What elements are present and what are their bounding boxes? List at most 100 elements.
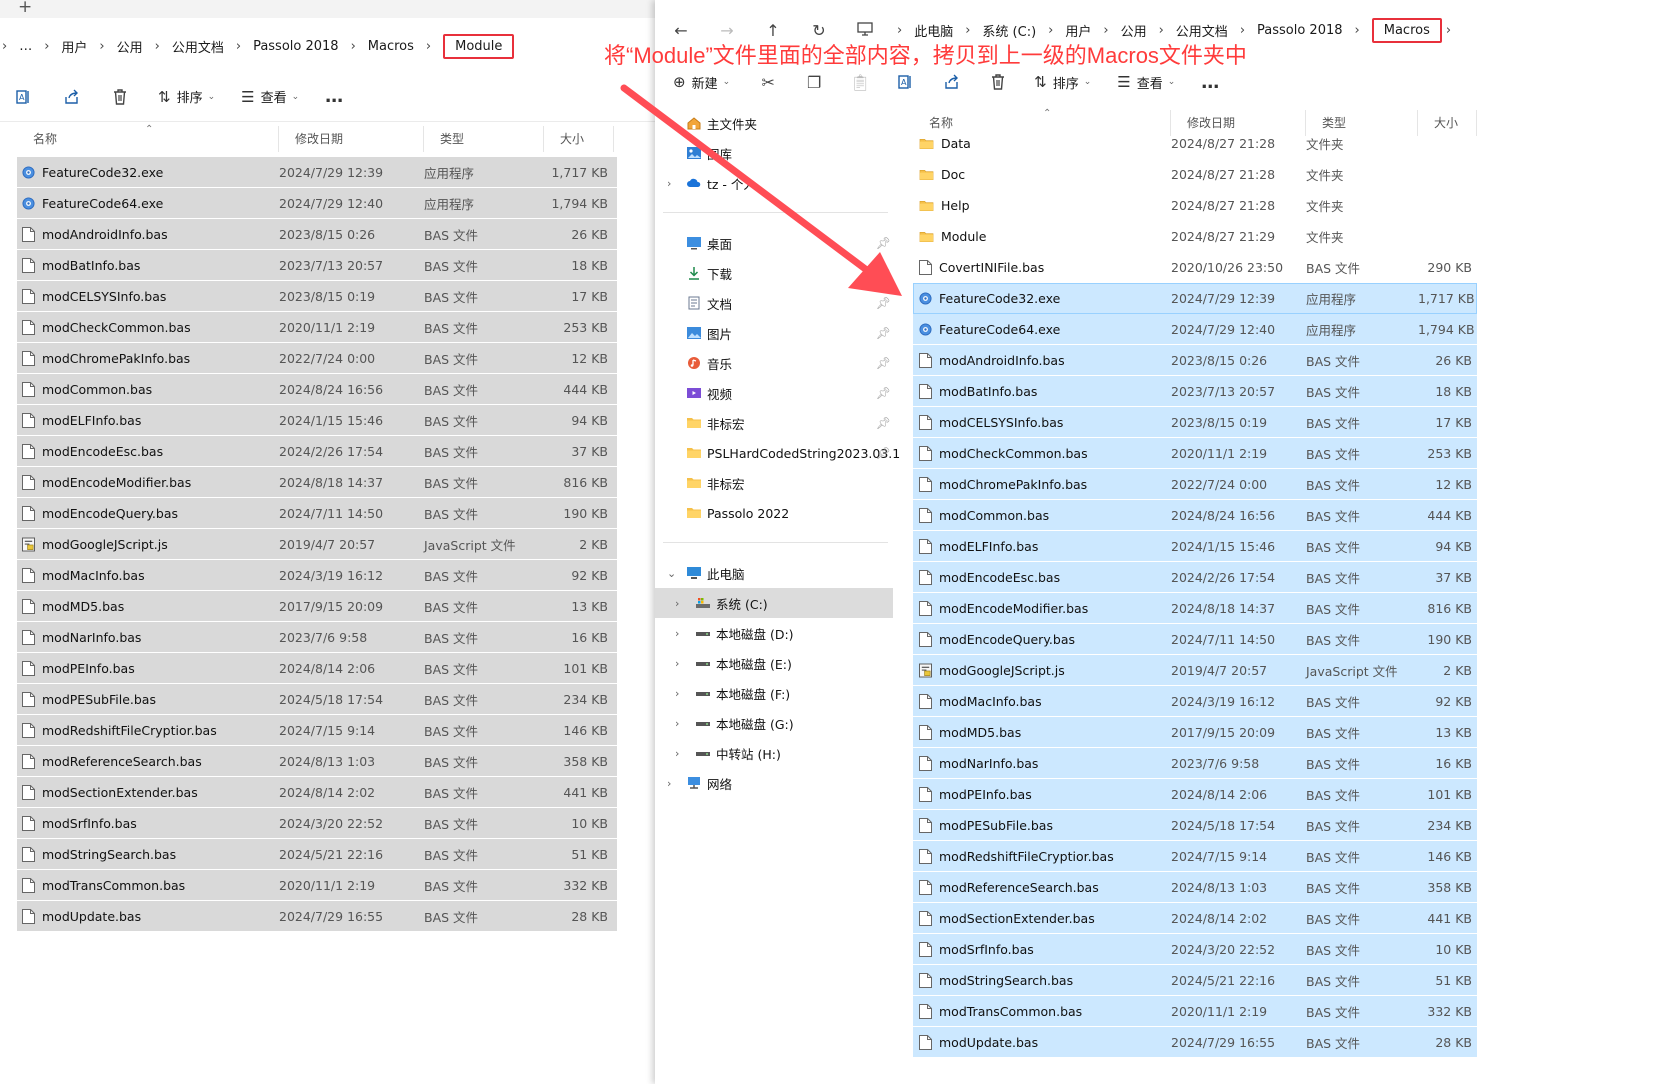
nav-item[interactable]: › 系统 (C:) (655, 588, 893, 618)
file-row[interactable]: modELFInfo.bas 2024/1/15 15:46 BAS 文件 94 KB (913, 531, 1477, 562)
up-arrow-icon[interactable]: ↑ (761, 21, 785, 40)
file-row[interactable]: modSrfInfo.bas 2024/3/20 22:52 BAS 文件 10 KB (17, 808, 617, 839)
nav-item[interactable]: › 网络 (655, 768, 893, 798)
breadcrumb-item[interactable]: 用户 (1065, 21, 1091, 40)
chevron-right-icon[interactable]: › (675, 597, 679, 610)
file-row[interactable]: modPESubFile.bas 2024/5/18 17:54 BAS 文件 234… (17, 684, 617, 715)
file-row[interactable]: modGoogleJScript.js 2019/4/7 20:57 JavaScr… (913, 655, 1477, 686)
file-row[interactable]: modAndroidInfo.bas 2023/8/15 0:26 BAS 文件 26… (913, 345, 1477, 376)
file-row[interactable]: modUpdate.bas 2024/7/29 16:55 BAS 文件 28 KB (17, 901, 617, 932)
file-row[interactable]: FeatureCode32.exe 2024/7/29 12:39 应用程序 1,71… (17, 157, 617, 188)
file-row[interactable]: CovertINIFile.bas 2020/10/26 23:50 BAS 文件 2… (913, 252, 1477, 283)
column-header-name[interactable]: 名称 ⌃ (17, 124, 279, 152)
file-row[interactable]: FeatureCode64.exe 2024/7/29 12:40 应用程序 1,79… (17, 188, 617, 219)
breadcrumb-item[interactable]: 系统 (C:) (982, 21, 1036, 40)
file-row[interactable]: modGoogleJScript.js 2019/4/7 20:57 JavaScr… (17, 529, 617, 560)
more-options-button[interactable]: … (325, 86, 344, 107)
chevron-right-icon[interactable]: › (675, 747, 679, 760)
file-row[interactable]: modPEInfo.bas 2024/8/14 2:06 BAS 文件 101 KB (17, 653, 617, 684)
file-row[interactable]: Module 2024/8/27 21:29 文件夹 (913, 221, 1477, 252)
nav-item[interactable]: PSLHardCodedString2023.03.1 📌︎ (655, 438, 900, 468)
nav-item[interactable]: 音乐 📌︎ (655, 348, 893, 378)
file-row[interactable]: modEncodeModifier.bas 2024/8/18 14:37 BAS … (17, 467, 617, 498)
file-row[interactable]: modELFInfo.bas 2024/1/15 15:46 BAS 文件 94 KB (17, 405, 617, 436)
file-row[interactable]: modPEInfo.bas 2024/8/14 2:06 BAS 文件 101 KB (913, 779, 1477, 810)
nav-item[interactable]: 主文件夹 (655, 108, 893, 138)
nav-item[interactable]: › 本地磁盘 (F:) (655, 678, 893, 708)
file-row[interactable]: Help 2024/8/27 21:28 文件夹 (913, 190, 1477, 221)
refresh-icon[interactable]: ↻ (807, 21, 831, 40)
file-row[interactable]: Data 2024/8/27 21:28 文件夹 (913, 128, 1477, 159)
file-row[interactable]: modStringSearch.bas 2024/5/21 22:16 BAS 文件… (913, 965, 1477, 996)
nav-item[interactable]: 图库 (655, 138, 893, 168)
file-row[interactable]: modNarInfo.bas 2023/7/6 9:58 BAS 文件 16 KB (17, 622, 617, 653)
cut-icon[interactable]: ✂ (758, 72, 778, 92)
file-row[interactable]: modTransCommon.bas 2020/11/1 2:19 BAS 文件 33… (17, 870, 617, 901)
breadcrumb-item[interactable]: 公用 (1121, 21, 1147, 40)
forward-arrow-icon[interactable]: → (715, 21, 739, 40)
file-row[interactable]: FeatureCode32.exe 2024/7/29 12:39 应用程序 1,71… (913, 283, 1477, 314)
file-row[interactable]: Doc 2024/8/27 21:28 文件夹 (913, 159, 1477, 190)
column-header-type[interactable]: 类型 (424, 126, 544, 152)
file-row[interactable]: modRedshiftFileCryptior.bas 2024/7/15 9:1… (913, 841, 1477, 872)
share-icon[interactable] (942, 72, 962, 92)
chevron-right-icon[interactable]: › (675, 687, 679, 700)
file-row[interactable]: modTransCommon.bas 2020/11/1 2:19 BAS 文件 33… (913, 996, 1477, 1027)
file-row[interactable]: modUpdate.bas 2024/7/29 16:55 BAS 文件 28 KB (913, 1027, 1477, 1058)
rename-icon[interactable]: A (896, 72, 916, 92)
new-button[interactable]: ⊕ 新建 ⌄ (673, 73, 730, 92)
nav-item[interactable]: Passolo 2022 (655, 498, 893, 528)
more-options-button[interactable]: … (1201, 72, 1220, 93)
breadcrumb-item[interactable]: Passolo 2018 (253, 39, 339, 54)
file-row[interactable]: modCELSYSInfo.bas 2023/8/15 0:19 BAS 文件 17 … (17, 281, 617, 312)
file-row[interactable]: modBatInfo.bas 2023/7/13 20:57 BAS 文件 18 KB (17, 250, 617, 281)
copy-icon[interactable]: ❐ (804, 72, 824, 92)
file-row[interactable]: modCheckCommon.bas 2020/11/1 2:19 BAS 文件 25… (913, 438, 1477, 469)
file-row[interactable]: modAndroidInfo.bas 2023/8/15 0:26 BAS 文件 26… (17, 219, 617, 250)
file-row[interactable]: modChromePakInfo.bas 2022/7/24 0:00 BAS 文件… (17, 343, 617, 374)
file-row[interactable]: modMD5.bas 2017/9/15 20:09 BAS 文件 13 KB (17, 591, 617, 622)
new-tab-button[interactable]: + (18, 0, 32, 17)
breadcrumb-more[interactable]: … (19, 39, 32, 54)
file-row[interactable]: modSectionExtender.bas 2024/8/14 2:02 BAS … (17, 777, 617, 808)
nav-item[interactable]: › 本地磁盘 (D:) (655, 618, 893, 648)
sort-button[interactable]: ⇅ 排序 ⌄ (1034, 73, 1091, 92)
file-row[interactable]: modEncodeQuery.bas 2024/7/11 14:50 BAS 文件 1… (913, 624, 1477, 655)
file-row[interactable]: modReferenceSearch.bas 2024/8/13 1:03 BAS … (17, 746, 617, 777)
nav-item[interactable]: 非标宏 📌︎ (655, 408, 893, 438)
paste-icon[interactable]: 📋︎ (850, 72, 870, 92)
file-row[interactable]: modNarInfo.bas 2023/7/6 9:58 BAS 文件 16 KB (913, 748, 1477, 779)
breadcrumb-item[interactable]: Macros (368, 39, 414, 54)
computer-icon[interactable] (853, 21, 877, 40)
rename-icon[interactable]: A (14, 87, 34, 107)
column-header-size[interactable]: 大小 (544, 126, 614, 152)
breadcrumb-item[interactable]: 公用文档 (1176, 21, 1228, 40)
nav-item[interactable]: 下载 📌︎ (655, 258, 893, 288)
chevron-right-icon[interactable]: › (667, 777, 671, 790)
file-row[interactable]: modStringSearch.bas 2024/5/21 22:16 BAS 文件… (17, 839, 617, 870)
breadcrumb-item[interactable]: Passolo 2018 (1257, 23, 1343, 38)
breadcrumb-item[interactable]: 用户 (61, 37, 87, 56)
nav-item[interactable]: 视频 📌︎ (655, 378, 893, 408)
chevron-right-icon[interactable]: › (675, 657, 679, 670)
file-row[interactable]: modMacInfo.bas 2024/3/19 16:12 BAS 文件 92 KB (913, 686, 1477, 717)
delete-icon[interactable] (988, 72, 1008, 92)
breadcrumb-item[interactable]: 此电脑 (914, 21, 953, 40)
chevron-right-icon[interactable]: › (667, 177, 671, 190)
share-icon[interactable] (62, 87, 82, 107)
file-row[interactable]: modMD5.bas 2017/9/15 20:09 BAS 文件 13 KB (913, 717, 1477, 748)
file-row[interactable]: modChromePakInfo.bas 2022/7/24 0:00 BAS 文件… (913, 469, 1477, 500)
breadcrumb-item[interactable]: 公用文档 (172, 37, 224, 56)
back-arrow-icon[interactable]: ← (669, 21, 693, 40)
delete-icon[interactable] (110, 87, 130, 107)
file-row[interactable]: modEncodeEsc.bas 2024/2/26 17:54 BAS 文件 37 … (17, 436, 617, 467)
file-row[interactable]: modSrfInfo.bas 2024/3/20 22:52 BAS 文件 10 KB (913, 934, 1477, 965)
file-row[interactable]: modCommon.bas 2024/8/24 16:56 BAS 文件 444 KB (913, 500, 1477, 531)
breadcrumb-current-macros[interactable]: Macros (1371, 17, 1442, 43)
file-row[interactable]: modCELSYSInfo.bas 2023/8/15 0:19 BAS 文件 17 … (913, 407, 1477, 438)
nav-item[interactable]: › 本地磁盘 (G:) (655, 708, 893, 738)
nav-item[interactable]: ⌄ 此电脑 (655, 558, 893, 588)
file-row[interactable]: modPESubFile.bas 2024/5/18 17:54 BAS 文件 234… (913, 810, 1477, 841)
file-row[interactable]: modCheckCommon.bas 2020/11/1 2:19 BAS 文件 25… (17, 312, 617, 343)
nav-item[interactable]: 图片 📌︎ (655, 318, 893, 348)
